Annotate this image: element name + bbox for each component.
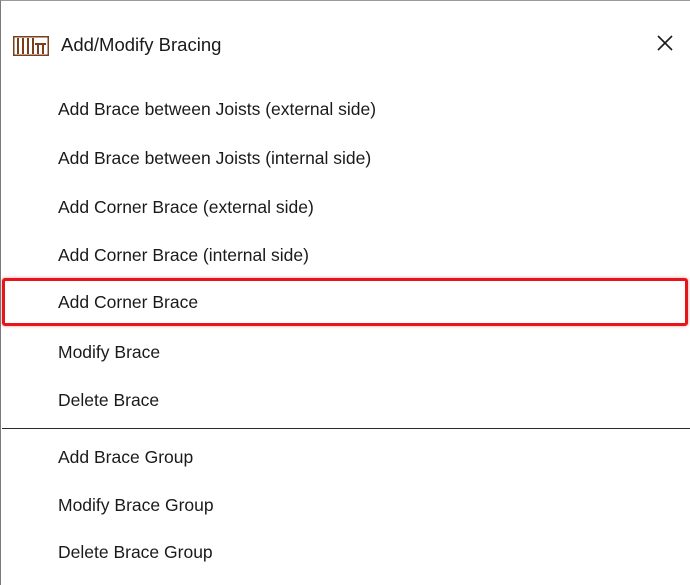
menu-item-add-brace-between-joists-internal[interactable]: Add Brace between Joists (internal side)	[2, 140, 688, 176]
menu-item-add-corner-brace-external[interactable]: Add Corner Brace (external side)	[2, 189, 688, 225]
bracing-dialog: Add/Modify Bracing Add Brace between Joi…	[0, 0, 690, 585]
menu-item-modify-brace[interactable]: Modify Brace	[2, 334, 688, 370]
menu-item-delete-brace[interactable]: Delete Brace	[2, 382, 688, 418]
menu-item-add-brace-group[interactable]: Add Brace Group	[2, 439, 688, 475]
menu-item-add-corner-brace-internal[interactable]: Add Corner Brace (internal side)	[2, 237, 688, 273]
menu-item-add-brace-between-joists-external[interactable]: Add Brace between Joists (external side)	[2, 91, 688, 127]
menu-item-add-corner-brace[interactable]: Add Corner Brace	[2, 278, 688, 326]
menu-separator	[2, 428, 690, 429]
bracing-menu: Add Brace between Joists (external side)…	[1, 1, 690, 585]
menu-item-delete-brace-group[interactable]: Delete Brace Group	[2, 534, 688, 570]
menu-item-modify-brace-group[interactable]: Modify Brace Group	[2, 487, 688, 523]
